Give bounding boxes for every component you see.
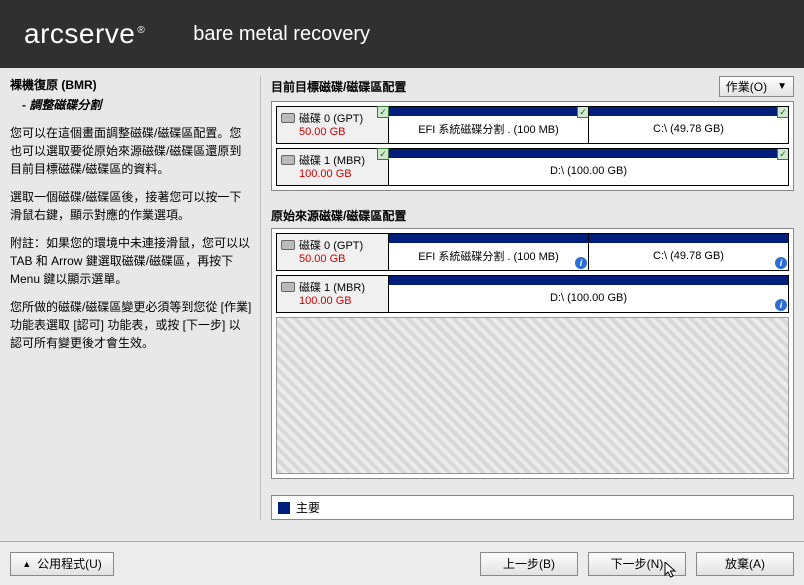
- disk-row[interactable]: 磁碟 0 (GPT) 50.00 GB EFI 系統磁碟分割 . (100 MB…: [276, 233, 789, 271]
- disk-info[interactable]: 磁碟 1 (MBR) 100.00 GB ✓: [277, 149, 389, 185]
- app-header: arcserve® bare metal recovery: [0, 0, 804, 68]
- help-text: 您所做的磁碟/磁碟區變更必須等到您從 [作業] 功能表選取 [認可] 功能表，或…: [10, 298, 252, 352]
- help-text: 您可以在這個畫面調整磁碟/磁碟區配置。您也可以選取要從原始來源磁碟/磁碟區還原到…: [10, 124, 252, 178]
- target-section-label: 目前目標磁碟/磁碟區配置: [271, 78, 719, 95]
- chevron-up-icon: ▲: [22, 559, 31, 569]
- disk-row[interactable]: 磁碟 1 (MBR) 100.00 GB D:\ (100.00 GB) i: [276, 275, 789, 313]
- empty-space: [276, 317, 789, 474]
- disk-info[interactable]: 磁碟 0 (GPT) 50.00 GB ✓: [277, 107, 389, 143]
- info-icon: i: [775, 257, 787, 269]
- disk-info[interactable]: 磁碟 0 (GPT) 50.00 GB: [277, 234, 389, 270]
- help-text: 選取一個磁碟/磁碟區後，接著您可以按一下滑鼠右鍵，顯示對應的作業選項。: [10, 188, 252, 224]
- abort-button[interactable]: 放棄(A): [696, 552, 794, 576]
- partition[interactable]: EFI 系統磁碟分割 . (100 MB) i: [389, 234, 588, 270]
- disk-info[interactable]: 磁碟 1 (MBR) 100.00 GB: [277, 276, 389, 312]
- disk-row[interactable]: 磁碟 0 (GPT) 50.00 GB ✓ EFI 系統磁碟分割 . (100 …: [276, 106, 789, 144]
- chevron-down-icon: ▼: [777, 81, 787, 92]
- check-icon: ✓: [777, 107, 788, 118]
- legend-swatch-primary: [278, 502, 290, 514]
- source-disk-list: 磁碟 0 (GPT) 50.00 GB EFI 系統磁碟分割 . (100 MB…: [271, 228, 794, 479]
- info-icon: i: [775, 299, 787, 311]
- check-icon: ✓: [577, 107, 588, 118]
- check-icon: ✓: [777, 149, 788, 160]
- help-panel: 裸機復原 (BMR) - 調整磁碟分割 您可以在這個畫面調整磁碟/磁碟區配置。您…: [10, 76, 260, 520]
- partition[interactable]: D:\ (100.00 GB) ✓: [389, 149, 788, 185]
- info-icon: i: [575, 257, 587, 269]
- help-subhead: - 調整磁碟分割: [22, 96, 252, 114]
- disk-icon: [281, 282, 295, 292]
- footer-bar: ▲ 公用程式(U) 上一步(B) 下一步(N) 放棄(A): [0, 541, 804, 585]
- app-subtitle: bare metal recovery: [193, 23, 370, 46]
- legend-label: 主要: [296, 499, 320, 516]
- disk-icon: [281, 155, 295, 165]
- help-title: 裸機復原 (BMR): [10, 76, 252, 94]
- partition[interactable]: C:\ (49.78 GB) ✓: [588, 107, 788, 143]
- partition[interactable]: D:\ (100.00 GB) i: [389, 276, 788, 312]
- utilities-button[interactable]: ▲ 公用程式(U): [10, 552, 114, 576]
- check-icon: ✓: [377, 148, 389, 160]
- source-section-label: 原始來源磁碟/磁碟區配置: [271, 207, 794, 224]
- partition[interactable]: EFI 系統磁碟分割 . (100 MB) ✓: [389, 107, 588, 143]
- disk-row[interactable]: 磁碟 1 (MBR) 100.00 GB ✓ D:\ (100.00 GB) ✓: [276, 148, 789, 186]
- back-button[interactable]: 上一步(B): [480, 552, 578, 576]
- operations-dropdown[interactable]: 作業(O)▼: [719, 76, 794, 97]
- next-button[interactable]: 下一步(N): [588, 552, 686, 576]
- disk-icon: [281, 240, 295, 250]
- target-disk-list: 磁碟 0 (GPT) 50.00 GB ✓ EFI 系統磁碟分割 . (100 …: [271, 101, 794, 191]
- brand-logo: arcserve®: [24, 18, 145, 50]
- partition[interactable]: C:\ (49.78 GB) i: [588, 234, 788, 270]
- help-text: 附註：如果您的環境中未連接滑鼠，您可以以 TAB 和 Arrow 鍵選取磁碟/磁…: [10, 234, 252, 288]
- legend: 主要: [271, 495, 794, 520]
- check-icon: ✓: [377, 106, 389, 118]
- disk-icon: [281, 113, 295, 123]
